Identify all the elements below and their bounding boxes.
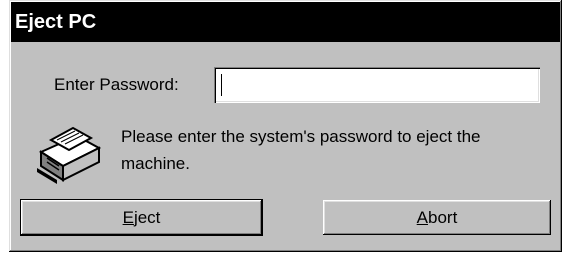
eject-accelerator: E [122, 208, 134, 227]
pc-card-drive-icon [37, 126, 102, 184]
eject-label-rest: ject [133, 208, 161, 227]
password-label: Enter Password: [54, 75, 179, 94]
eject-message: Please enter the system's password to ej… [121, 127, 481, 173]
window-title: Eject PC [11, 2, 560, 42]
eject-button[interactable]: Eject [20, 199, 263, 236]
eject-pc-dialog: Eject PC Enter Password: Please enter th… [9, 0, 562, 252]
abort-label-rest: bort [428, 208, 458, 227]
abort-button[interactable]: Abort [323, 200, 551, 235]
password-input[interactable] [214, 67, 540, 103]
abort-accelerator: A [416, 208, 429, 227]
text-caret [221, 74, 222, 96]
